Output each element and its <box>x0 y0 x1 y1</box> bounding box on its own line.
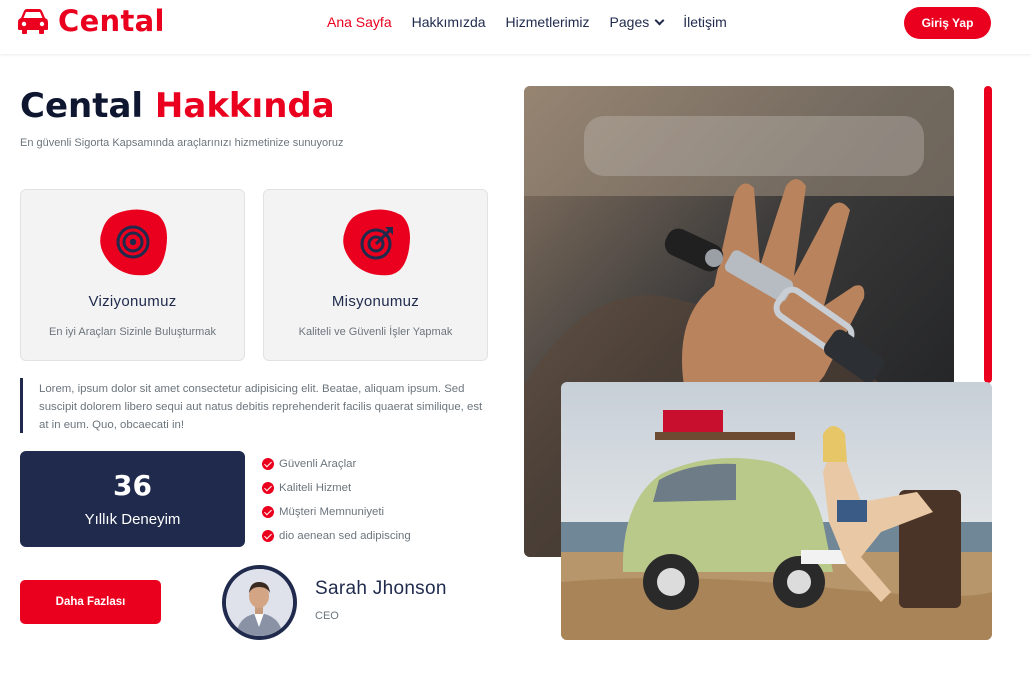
main-nav: Ana Sayfa Hakkımızda Hizmetlerimiz Pages… <box>327 14 747 30</box>
list-item-label: Müşteri Memnuniyeti <box>279 506 385 518</box>
list-item-label: Güvenli Araçlar <box>279 458 357 470</box>
login-button[interactable]: Giriş Yap <box>904 7 991 39</box>
check-circle-icon <box>262 458 274 470</box>
page-subtitle: En güvenli Sigorta Kapsamında araçlarını… <box>20 137 344 149</box>
mission-text: Kaliteli ve Güvenli İşler Yapmak <box>298 326 453 338</box>
title-accent: Hakkında <box>154 86 335 126</box>
nav-about[interactable]: Hakkımızda <box>412 14 486 30</box>
car-icon <box>18 9 48 34</box>
vision-card: Viziyonumuz En iyi Araçları Sizinle Bulu… <box>20 189 245 361</box>
list-item: Güvenli Araçlar <box>262 452 411 476</box>
vision-title: Viziyonumuz <box>88 293 177 310</box>
vintage-car-photo <box>561 382 992 640</box>
nav-home[interactable]: Ana Sayfa <box>327 14 392 30</box>
mission-title: Misyonumuz <box>331 293 420 310</box>
check-circle-icon <box>262 482 274 494</box>
check-circle-icon <box>262 506 274 518</box>
vintage-beetle-image <box>561 382 992 640</box>
avatar <box>222 565 297 640</box>
brand-name: Cental <box>58 4 165 38</box>
page-title: Cental Hakkında <box>20 86 335 126</box>
person-name: Sarah Jhonson <box>315 578 447 599</box>
decorative-bar <box>984 86 992 383</box>
check-circle-icon <box>262 530 274 542</box>
experience-label: Yıllık Deneyim <box>84 511 181 528</box>
person-role: CEO <box>315 610 339 622</box>
list-item: Müşteri Memnuniyeti <box>262 500 411 524</box>
target-icon <box>100 209 167 276</box>
experience-number: 36 <box>113 469 152 502</box>
target-arrow-icon <box>343 209 410 276</box>
experience-box: 36 Yıllık Deneyim <box>20 451 245 547</box>
more-button[interactable]: Daha Fazlası <box>20 580 161 624</box>
list-item-label: Kaliteli Hizmet <box>279 482 352 494</box>
vision-text: En iyi Araçları Sizinle Buluşturmak <box>49 326 216 338</box>
nav-pages-label: Pages <box>609 14 650 30</box>
nav-contact[interactable]: İletişim <box>683 14 727 30</box>
mission-card: Misyonumuz Kaliteli ve Güvenli İşler Yap… <box>263 189 488 361</box>
avatar-photo <box>226 569 293 636</box>
person-portrait-icon <box>226 569 293 636</box>
list-item: dio aenean sed adipiscing <box>262 524 411 548</box>
brand-logo[interactable]: Cental <box>18 4 165 38</box>
chevron-down-icon <box>654 15 665 25</box>
navbar: Cental Ana Sayfa Hakkımızda Hizmetlerimi… <box>0 0 1031 54</box>
feature-list: Güvenli Araçlar Kaliteli Hizmet Müşteri … <box>262 452 411 548</box>
about-quote: Lorem, ipsum dolor sit amet consectetur … <box>20 378 490 433</box>
title-main: Cental <box>20 86 144 126</box>
nav-pages[interactable]: Pages <box>609 14 665 30</box>
list-item-label: dio aenean sed adipiscing <box>279 530 411 542</box>
list-item: Kaliteli Hizmet <box>262 476 411 500</box>
nav-services[interactable]: Hizmetlerimiz <box>506 14 590 30</box>
